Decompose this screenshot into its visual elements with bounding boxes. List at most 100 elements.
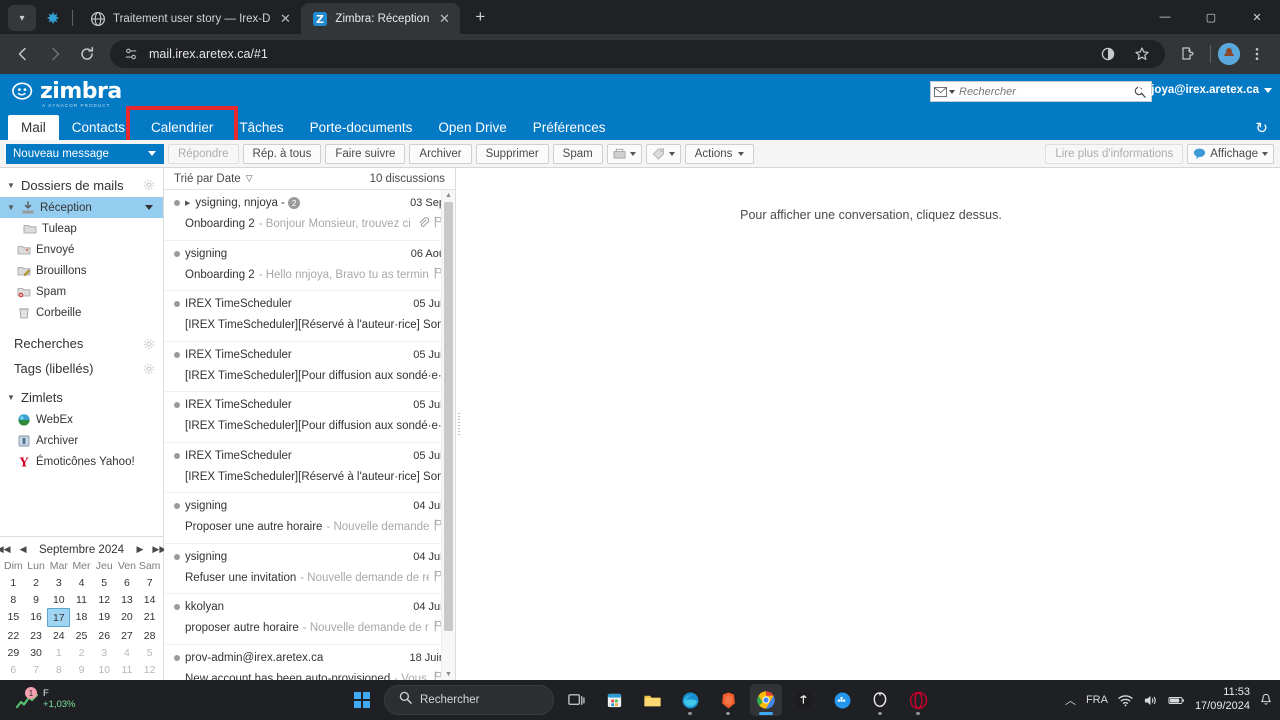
opera-icon[interactable] <box>902 684 934 716</box>
sidebar-item-emoticones-yahoo[interactable]: Y Émoticônes Yahoo! <box>0 451 163 472</box>
sidebar-section-tags[interactable]: Tags (libellés) <box>0 356 163 381</box>
unread-dot-icon[interactable] <box>174 301 180 307</box>
mini-calendar-day[interactable]: 1 <box>2 574 25 591</box>
notifications-bell-icon[interactable] <box>1260 693 1272 707</box>
message-list-item[interactable]: ysigning 06 Aoû Onboarding 2- Hello nnjoya… <box>164 241 455 291</box>
mini-calendar-day[interactable]: 11 <box>70 591 93 608</box>
sidebar-item-brouillons[interactable]: Brouillons <box>0 260 163 281</box>
chevron-down-icon[interactable] <box>145 205 153 210</box>
mail-folders-header[interactable]: ▼ Dossiers de mails <box>0 173 163 197</box>
address-bar[interactable]: mail.irex.aretex.ca/#1 <box>110 40 1165 68</box>
mini-calendar-day[interactable]: 10 <box>93 661 116 678</box>
unread-dot-icon[interactable] <box>174 604 180 610</box>
mini-calendar-day[interactable]: 20 <box>116 608 139 627</box>
display-button[interactable]: Affichage <box>1187 143 1274 164</box>
message-list-item[interactable]: ysigning 04 Juil Proposer une autre horair… <box>164 493 455 544</box>
mini-calendar-day[interactable]: 2 <box>25 574 48 591</box>
unread-dot-icon[interactable] <box>174 503 180 509</box>
mini-calendar-day[interactable]: 6 <box>116 574 139 591</box>
mini-calendar-day[interactable]: 6 <box>2 661 25 678</box>
message-list-item[interactable]: kkolyan 04 Juil proposer autre horaire - No… <box>164 594 455 645</box>
tab-contacts[interactable]: Contacts <box>59 115 138 140</box>
message-list-item[interactable]: ysigning 04 Juil Refuser une invitation - N… <box>164 544 455 594</box>
back-icon[interactable] <box>8 39 38 69</box>
mini-calendar-day[interactable]: 7 <box>138 574 161 591</box>
mini-calendar-day[interactable]: 24 <box>47 627 70 644</box>
taskbar-search[interactable]: Rechercher <box>384 685 554 715</box>
mini-calendar-day[interactable]: 8 <box>47 661 70 678</box>
mini-calendar-day[interactable]: 14 <box>138 591 161 608</box>
close-icon[interactable]: ✕ <box>277 11 293 27</box>
site-settings-icon[interactable] <box>122 45 140 63</box>
mini-calendar-day[interactable]: 8 <box>2 591 25 608</box>
actions-button[interactable]: Actions <box>684 143 755 164</box>
chrome-icon[interactable] <box>750 684 782 716</box>
mini-calendar-day[interactable]: 4 <box>70 574 93 591</box>
tracking-protection-icon[interactable] <box>1093 39 1123 69</box>
message-list-item[interactable]: ▶ ysigning, nnjoya - 2 03 Sep Onboarding 2-… <box>164 190 455 241</box>
message-list-item[interactable]: IREX TimeScheduler 05 Juil [IREX TimeSched… <box>164 392 455 443</box>
tab-search-chevron-icon[interactable]: ▾ <box>8 5 36 31</box>
mini-calendar-day[interactable]: 10 <box>47 591 70 608</box>
mini-calendar-day[interactable]: 27 <box>116 627 139 644</box>
tag-button[interactable] <box>645 143 681 164</box>
reply-button[interactable]: Répondre <box>168 143 239 164</box>
browser-tab-0[interactable]: Traitement user story — Irex-D ✕ <box>79 3 301 34</box>
mini-calendar-day[interactable]: 17 <box>47 608 71 627</box>
taskbar-widget[interactable]: 1 F +1,03% <box>0 687 76 711</box>
sidebar-item-reception[interactable]: ▼ Réception <box>0 197 163 218</box>
git-icon[interactable] <box>788 684 820 716</box>
brave-icon[interactable] <box>712 684 744 716</box>
unread-dot-icon[interactable] <box>174 402 180 408</box>
gear-icon[interactable] <box>142 179 155 192</box>
mini-calendar-day[interactable]: 5 <box>138 644 161 661</box>
new-tab-button[interactable]: + <box>466 3 494 31</box>
mini-calendar-day[interactable]: 13 <box>116 591 139 608</box>
search-type-selector[interactable] <box>934 86 959 97</box>
close-icon[interactable]: ✕ <box>436 11 452 27</box>
mini-calendar-day[interactable]: 15 <box>2 608 25 627</box>
delete-button[interactable]: Supprimer <box>475 143 549 164</box>
tab-mail[interactable]: Mail <box>8 115 59 140</box>
mini-calendar-day[interactable]: 28 <box>138 627 161 644</box>
mini-calendar-day[interactable]: 23 <box>25 627 48 644</box>
mini-calendar-day[interactable]: 12 <box>138 661 161 678</box>
tab-taches[interactable]: Tâches <box>226 115 296 140</box>
prev-month-icon[interactable]: ◀ <box>20 544 27 555</box>
zimlets-header[interactable]: ▼ Zimlets <box>0 385 163 409</box>
refresh-icon[interactable]: ↻ <box>1255 119 1268 137</box>
sidebar-item-spam[interactable]: Spam <box>0 281 163 302</box>
browser-tab-1[interactable]: Z Zimbra: Réception ✕ <box>301 3 461 34</box>
message-list-item[interactable]: IREX TimeScheduler 05 Juil [IREX TimeSched… <box>164 342 455 392</box>
mini-calendar-day[interactable]: 25 <box>70 627 93 644</box>
show-hidden-icons-chevron-icon[interactable]: ︿ <box>1065 692 1076 708</box>
mini-calendar-day[interactable]: 9 <box>70 661 93 678</box>
forward-icon[interactable] <box>40 39 70 69</box>
mini-calendar-day[interactable]: 19 <box>93 608 116 627</box>
gear-icon[interactable] <box>142 337 155 350</box>
unread-dot-icon[interactable] <box>174 452 180 459</box>
search-input[interactable] <box>959 85 1132 98</box>
scroll-down-icon[interactable]: ▼ <box>445 669 452 680</box>
message-list-item[interactable]: prov-admin@irex.aretex.ca 18 Juin New acco… <box>164 645 455 680</box>
extensions-icon[interactable] <box>1173 39 1203 69</box>
volume-icon[interactable] <box>1143 694 1158 707</box>
read-more-button[interactable]: Lire plus d'informations <box>1045 143 1184 164</box>
reply-all-button[interactable]: Rép. à tous <box>242 143 322 164</box>
archive-button[interactable]: Archiver <box>409 143 472 164</box>
expand-conversation-icon[interactable]: ▶ <box>185 199 190 207</box>
mini-calendar-day[interactable]: 12 <box>93 591 116 608</box>
unread-dot-icon[interactable] <box>174 351 180 358</box>
unread-dot-icon[interactable] <box>174 553 180 560</box>
mini-calendar-day[interactable]: 2 <box>70 644 93 661</box>
sort-control[interactable]: Trié par Date ▽ <box>174 173 370 185</box>
mini-calendar-day[interactable]: 29 <box>2 644 25 661</box>
mini-calendar-day[interactable]: 3 <box>93 644 116 661</box>
mini-calendar-day[interactable]: 1 <box>47 644 70 661</box>
mini-calendar-day[interactable]: 21 <box>138 608 161 627</box>
minimize-button[interactable]: — <box>1142 0 1188 34</box>
language-indicator[interactable]: FRA <box>1086 694 1108 706</box>
close-window-button[interactable]: ✕ <box>1234 0 1280 34</box>
sidebar-section-recherches[interactable]: Recherches <box>0 331 163 356</box>
file-explorer-icon[interactable] <box>636 684 668 716</box>
